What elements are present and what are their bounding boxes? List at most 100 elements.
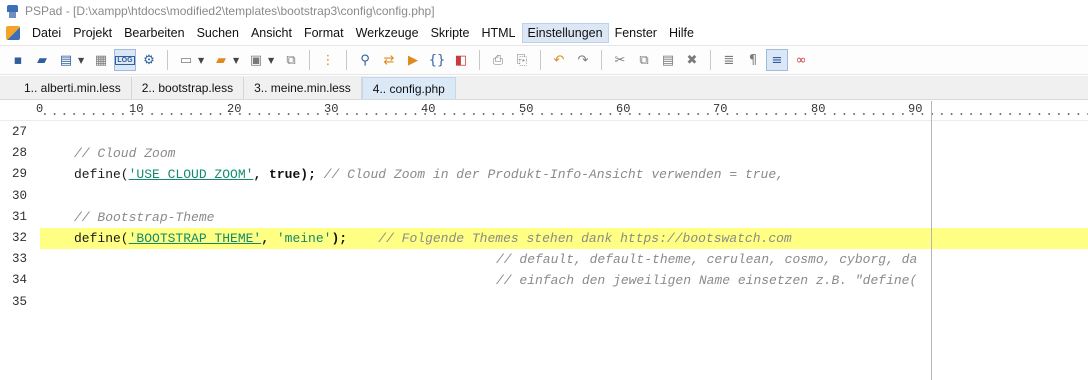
pspad-app-icon bbox=[6, 4, 19, 18]
code-line[interactable]: 27 bbox=[0, 122, 1088, 143]
toolbar-divider bbox=[167, 50, 168, 70]
tab-config-php[interactable]: 4.. config.php bbox=[361, 77, 456, 99]
right-margin-guide bbox=[931, 101, 932, 380]
tree-icon[interactable]: ⋮ bbox=[317, 49, 339, 71]
toolbar-divider bbox=[540, 50, 541, 70]
edit-logo-icon bbox=[6, 26, 20, 40]
menu-datei[interactable]: Datei bbox=[26, 23, 67, 43]
code-content: // default, default-theme, cerulean, cos… bbox=[496, 252, 917, 267]
chevron-down-icon[interactable]: ▼ bbox=[268, 56, 276, 65]
code-line[interactable]: 34 // einfach den jeweiligen Name einset… bbox=[0, 270, 1088, 291]
code-line[interactable]: 35 bbox=[0, 292, 1088, 313]
menu-hilfe[interactable]: Hilfe bbox=[663, 23, 700, 43]
line-number: 28 bbox=[12, 146, 28, 161]
save-project-icon[interactable]: ▤ bbox=[55, 49, 77, 71]
bracket-match-icon[interactable]: {} bbox=[426, 49, 448, 71]
line-numbers-icon[interactable]: ≡ bbox=[766, 49, 788, 71]
code-comment: // default, default-theme, cerulean, cos… bbox=[496, 252, 918, 268]
menu-bar: Datei Projekt Bearbeiten Suchen Ansicht … bbox=[0, 22, 1088, 44]
copy-icon[interactable]: ⧉ bbox=[633, 49, 655, 71]
print-preview-icon[interactable]: ⎙ bbox=[487, 49, 509, 71]
ruler-label: 30 bbox=[324, 102, 339, 116]
line-number: 31 bbox=[12, 209, 28, 224]
code-line[interactable]: 31 // Bootstrap-Theme bbox=[0, 207, 1088, 228]
open-folder-icon[interactable]: ▰ bbox=[210, 49, 232, 71]
chevron-down-icon[interactable]: ▼ bbox=[233, 56, 241, 65]
print-icon[interactable]: ⎘ bbox=[511, 49, 533, 71]
code-line[interactable]: 30 bbox=[0, 186, 1088, 207]
save-all-icon[interactable]: ⧉ bbox=[280, 49, 302, 71]
menu-einstellungen[interactable]: Einstellungen bbox=[521, 23, 609, 43]
code-comment: // Folgende Themes stehen dank https://b… bbox=[347, 231, 792, 246]
ruler-label: 40 bbox=[421, 102, 436, 116]
replace-icon[interactable]: ⇄ bbox=[378, 49, 400, 71]
line-number: 30 bbox=[12, 188, 28, 203]
tab-meine-min-less[interactable]: 3.. meine.min.less bbox=[244, 77, 362, 99]
toolbar-divider bbox=[479, 50, 480, 70]
ruler-label: 90 bbox=[908, 102, 923, 116]
paste-icon[interactable]: ▤ bbox=[657, 49, 679, 71]
close-project-icon[interactable]: ▦ bbox=[90, 49, 112, 71]
project-settings-icon[interactable]: ⚙ bbox=[138, 49, 160, 71]
ruler-label: 20 bbox=[227, 102, 242, 116]
line-number: 34 bbox=[12, 273, 28, 288]
menu-format[interactable]: Format bbox=[298, 23, 350, 43]
new-project-icon[interactable]: ▪ bbox=[7, 49, 29, 71]
find-in-files-icon[interactable]: ▶ bbox=[402, 49, 424, 71]
code-editor[interactable]: 27 28 // Cloud Zoom 29 define('USE_CLOUD… bbox=[0, 122, 1088, 380]
toolbar-divider bbox=[601, 50, 602, 70]
word-wrap-icon[interactable]: ≣ bbox=[718, 49, 740, 71]
code-line[interactable]: 33 // default, default-theme, cerulean, … bbox=[0, 249, 1088, 270]
chevron-down-icon[interactable]: ▼ bbox=[198, 56, 206, 65]
search-icon[interactable]: ⚲ bbox=[354, 49, 376, 71]
toolbar: ▪ ▰ ▤ ▼ ▦ LOG ⚙ ▭ ▼ ▰ ▼ ▣ ▼ ⧉ ⋮ ⚲ ⇄ ▶ {}… bbox=[0, 45, 1088, 75]
menu-fenster[interactable]: Fenster bbox=[609, 23, 663, 43]
pilcrow-icon[interactable]: ¶ bbox=[742, 49, 764, 71]
code-string: 'BOOTSTRAP_THEME' bbox=[128, 231, 262, 246]
code-string: 'meine' bbox=[276, 231, 332, 246]
highlighter-icon[interactable]: ∞ bbox=[790, 49, 812, 71]
code-punctuation: ); bbox=[331, 231, 348, 246]
line-number: 33 bbox=[12, 252, 28, 267]
code-punctuation: ); bbox=[300, 167, 316, 183]
column-ruler: 0 10 20 30 40 50 60 70 80 90 bbox=[0, 101, 1088, 121]
line-number: 29 bbox=[12, 167, 28, 182]
toolbar-divider bbox=[710, 50, 711, 70]
ruler-label: 0 bbox=[36, 102, 44, 116]
tab-bootstrap-less[interactable]: 2.. bootstrap.less bbox=[132, 77, 245, 99]
ruler-label: 80 bbox=[811, 102, 826, 116]
new-file-icon[interactable]: ▭ bbox=[175, 49, 197, 71]
delete-icon[interactable]: ✖ bbox=[681, 49, 703, 71]
code-content: // Cloud Zoom bbox=[74, 146, 175, 161]
log-window-icon[interactable]: LOG bbox=[114, 49, 136, 71]
window-title: PSPad - [D:\xampp\htdocs\modified2\templ… bbox=[25, 4, 435, 18]
menu-ansicht[interactable]: Ansicht bbox=[245, 23, 298, 43]
bookmark-icon[interactable]: ◧ bbox=[450, 49, 472, 71]
menu-bearbeiten[interactable]: Bearbeiten bbox=[118, 23, 190, 43]
code-punctuation: , bbox=[253, 167, 270, 183]
code-keyword: true bbox=[269, 167, 301, 183]
code-punctuation: , bbox=[261, 231, 277, 246]
title-bar: PSPad - [D:\xampp\htdocs\modified2\templ… bbox=[0, 0, 1088, 22]
menu-suchen[interactable]: Suchen bbox=[191, 23, 245, 43]
menu-werkzeuge[interactable]: Werkzeuge bbox=[350, 23, 425, 43]
line-number: 35 bbox=[12, 294, 28, 309]
menu-projekt[interactable]: Projekt bbox=[67, 23, 118, 43]
code-function: define( bbox=[74, 231, 129, 246]
ruler-label: 50 bbox=[519, 102, 534, 116]
code-string: 'USE_CLOUD_ZOOM' bbox=[128, 167, 254, 183]
code-line[interactable]: 28 // Cloud Zoom bbox=[0, 143, 1088, 164]
open-project-icon[interactable]: ▰ bbox=[31, 49, 53, 71]
chevron-down-icon[interactable]: ▼ bbox=[78, 56, 86, 65]
tab-alberti-min-less[interactable]: 1.. alberti.min.less bbox=[14, 77, 132, 99]
save-icon[interactable]: ▣ bbox=[245, 49, 267, 71]
undo-icon[interactable]: ↶ bbox=[548, 49, 570, 71]
menu-html[interactable]: HTML bbox=[475, 23, 521, 43]
menu-skripte[interactable]: Skripte bbox=[425, 23, 476, 43]
code-line[interactable]: 29 define('USE_CLOUD_ZOOM', true); // Cl… bbox=[0, 164, 1088, 185]
line-number: 27 bbox=[12, 125, 28, 139]
redo-icon[interactable]: ↷ bbox=[572, 49, 594, 71]
line-number: 32 bbox=[12, 231, 28, 245]
cut-icon[interactable]: ✂ bbox=[609, 49, 631, 71]
document-tabs: 1.. alberti.min.less 2.. bootstrap.less … bbox=[0, 76, 1088, 100]
